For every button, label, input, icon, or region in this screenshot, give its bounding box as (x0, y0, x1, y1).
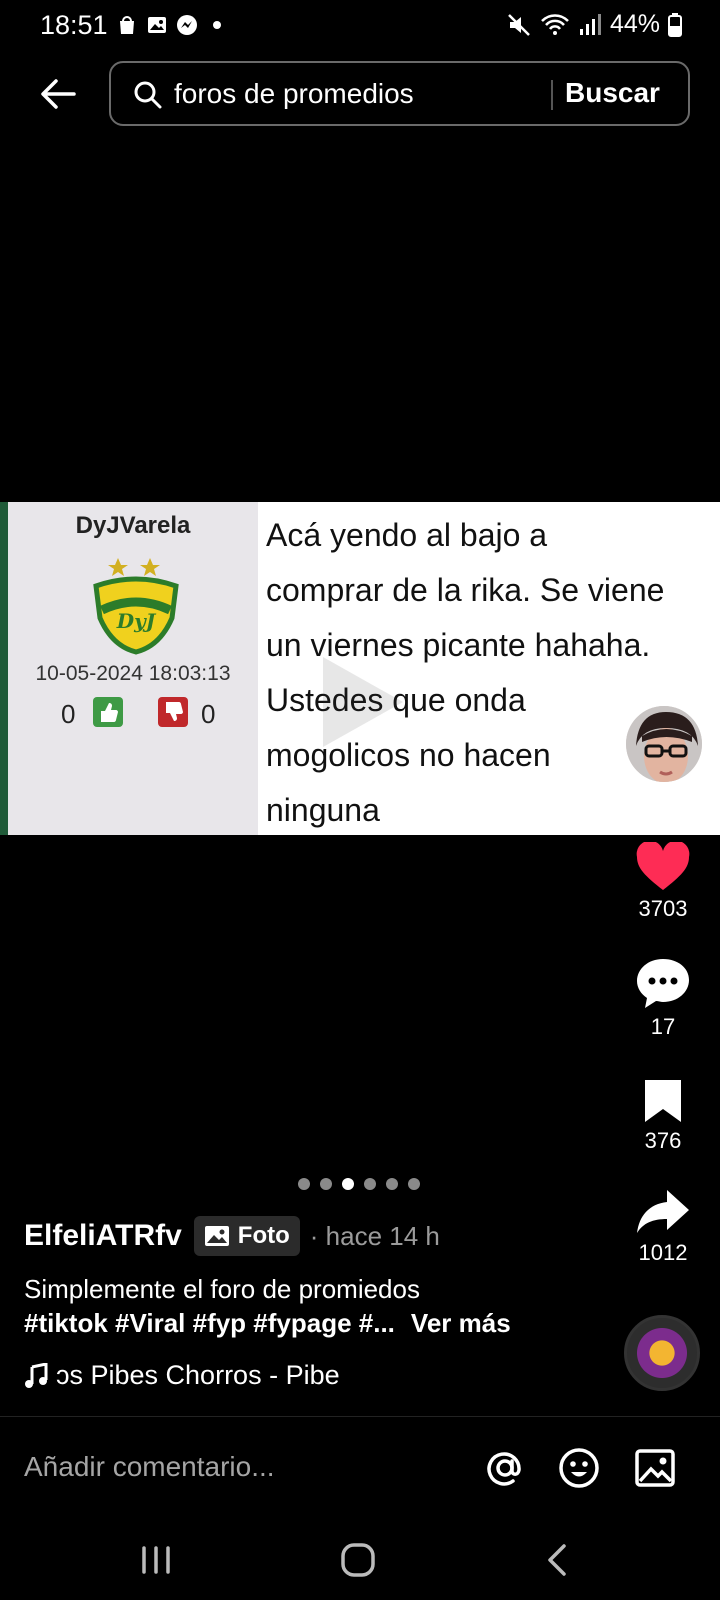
post-text-line: ninguna (266, 792, 380, 828)
signal-icon (579, 13, 601, 35)
carousel-dot (408, 1178, 420, 1190)
play-icon (323, 657, 403, 747)
back-arrow-icon[interactable] (36, 72, 80, 116)
comment-bar: Añadir comentario... (0, 1416, 720, 1522)
home-icon[interactable] (336, 1540, 380, 1580)
system-status: 44% (506, 10, 682, 39)
battery-icon (668, 12, 682, 37)
battery-level: 44% (609, 10, 660, 38)
hashtags-row: #tiktok #Viral #fyp #fypage #... Ver más (24, 1308, 511, 1339)
share-count: 1012 (638, 1240, 688, 1265)
music-disc-icon[interactable] (624, 1315, 700, 1391)
search-button[interactable]: Buscar (565, 77, 660, 109)
shopping-bag-icon (120, 16, 134, 34)
share-button[interactable]: 1012 (620, 1186, 706, 1266)
carousel-dot (320, 1178, 332, 1190)
save-count: 376 (644, 1128, 682, 1153)
carousel-dot-active (342, 1178, 354, 1190)
post-text-line: comprar de la rika. Se viene (266, 572, 665, 608)
carousel-dot (298, 1178, 310, 1190)
author-row: ElfeliATRfv Foto · hace 14 h (24, 1214, 440, 1258)
search-input[interactable]: foros de promedios (174, 78, 414, 110)
upvote-count: 0 (61, 699, 76, 729)
comment-icon (637, 959, 689, 1008)
creator-avatar[interactable] (624, 704, 704, 784)
image-icon[interactable] (634, 1447, 676, 1489)
nav-back-icon[interactable] (536, 1540, 580, 1580)
see-more-link[interactable]: Ver más (411, 1308, 511, 1339)
notification-icons (116, 14, 228, 36)
recent-apps-icon[interactable] (134, 1540, 178, 1580)
comment-input[interactable]: Añadir comentario... (24, 1451, 275, 1483)
post-time: · hace 14 h (309, 1220, 440, 1251)
forum-user-panel: DyJVarela DyJ 10-05-2024 18:03:13 0 0 (8, 502, 258, 835)
comment-count: 17 (650, 1014, 676, 1039)
music-row[interactable]: ɔs Pibes Chorros - Pibe (24, 1360, 340, 1391)
heart-icon (636, 842, 690, 890)
wifi-icon (541, 13, 569, 35)
carousel-dot (386, 1178, 398, 1190)
post-photo[interactable]: DyJVarela DyJ 10-05-2024 18:03:13 0 0 Ac… (0, 502, 720, 835)
carousel-dot (364, 1178, 376, 1190)
status-bar: 18:51 44% (0, 0, 720, 52)
stripe-decoration (0, 502, 8, 835)
forum-post-date: 10-05-2024 18:03:13 (35, 662, 231, 685)
music-title: ɔs Pibes Chorros - Pibe (56, 1360, 340, 1390)
bookmark-icon (645, 1080, 681, 1122)
save-button[interactable]: 376 (620, 1076, 706, 1154)
photo-icon (204, 1226, 229, 1246)
badge-text: DyJ (116, 609, 157, 633)
vote-row: 0 0 (53, 697, 233, 731)
photo-badge-label: Foto (237, 1222, 290, 1249)
club-shield-icon: DyJ (93, 558, 179, 655)
mute-icon (508, 13, 530, 36)
comment-button[interactable]: 17 (620, 956, 706, 1040)
share-arrow-icon (637, 1190, 689, 1233)
thumbs-up-icon (93, 697, 123, 727)
carousel-indicator (298, 1178, 420, 1190)
emoji-icon[interactable] (558, 1447, 600, 1489)
messenger-icon (177, 15, 197, 35)
gallery-icon (148, 17, 166, 33)
photo-badge: Foto (193, 1216, 300, 1256)
hashtags[interactable]: #tiktok #Viral #fyp #fypage #... (24, 1308, 395, 1339)
thumbs-down-icon (158, 697, 188, 727)
author-name[interactable]: ElfeliATRfv (24, 1219, 182, 1253)
search-bar[interactable]: foros de promedios Buscar (109, 61, 690, 126)
search-divider (551, 80, 553, 110)
system-nav-bar (0, 1522, 720, 1600)
forum-username: DyJVarela (75, 512, 191, 539)
status-time: 18:51 (40, 10, 108, 40)
music-note-icon (25, 1362, 48, 1388)
post-text-line: Acá yendo al bajo a (266, 517, 548, 553)
like-count: 3703 (638, 896, 688, 921)
search-icon (134, 81, 162, 109)
like-button[interactable]: 3703 (620, 842, 706, 922)
downvote-count: 0 (201, 699, 216, 729)
mention-icon[interactable] (484, 1447, 526, 1489)
post-caption: Simplemente el foro de promiedos (24, 1274, 420, 1304)
dot-icon (213, 21, 221, 29)
